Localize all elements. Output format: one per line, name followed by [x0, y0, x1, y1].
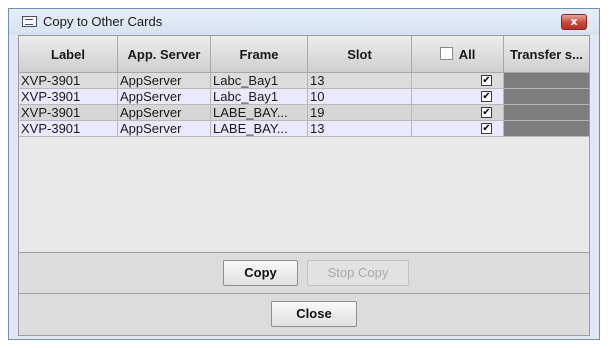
dialog-title: Copy to Other Cards: [43, 14, 163, 29]
cell-app-server: AppServer: [118, 89, 211, 105]
cell-copy-checkbox: ✔: [412, 121, 504, 137]
column-header-app-server[interactable]: App. Server: [118, 36, 211, 73]
column-header-slot[interactable]: Slot: [308, 36, 412, 73]
table-row[interactable]: XVP-3901 AppServer Labc_Bay1 13 ✔: [19, 73, 589, 89]
cell-transfer-status: [504, 73, 589, 89]
cell-copy-checkbox: ✔: [412, 89, 504, 105]
cell-transfer-status: [504, 121, 589, 137]
select-all-checkbox[interactable]: [439, 47, 453, 60]
cell-slot: 10: [308, 89, 412, 105]
cell-copy-checkbox: ✔: [412, 73, 504, 89]
column-header-label[interactable]: Label: [19, 36, 118, 73]
copy-to-other-cards-dialog: Copy to Other Cards x Label App. Server …: [8, 8, 600, 340]
card-icon: [22, 16, 37, 27]
cell-slot: 13: [308, 73, 412, 89]
cell-label: XVP-3901: [19, 105, 118, 121]
title-bar: Copy to Other Cards x: [9, 9, 599, 35]
row-copy-checkbox[interactable]: ✔: [481, 75, 492, 86]
row-copy-checkbox[interactable]: ✔: [481, 107, 492, 118]
cell-app-server: AppServer: [118, 73, 211, 89]
cell-frame: Labc_Bay1: [211, 89, 308, 105]
dialog-content: Label App. Server Frame Slot All Transfe…: [18, 35, 590, 336]
cards-table: Label App. Server Frame Slot All Transfe…: [19, 36, 589, 253]
cell-frame: Labc_Bay1: [211, 73, 308, 89]
cell-frame: LABE_BAY...: [211, 105, 308, 121]
copy-button-bar: Copy Stop Copy: [19, 253, 589, 294]
cell-frame: LABE_BAY...: [211, 121, 308, 137]
cell-transfer-status: [504, 89, 589, 105]
table-row[interactable]: XVP-3901 AppServer LABE_BAY... 13 ✔: [19, 121, 589, 137]
cell-label: XVP-3901: [19, 73, 118, 89]
close-button-bar: Close: [19, 294, 589, 335]
close-icon[interactable]: x: [561, 14, 587, 30]
cell-transfer-status: [504, 105, 589, 121]
cell-slot: 13: [308, 121, 412, 137]
column-header-frame[interactable]: Frame: [211, 36, 308, 73]
copy-button[interactable]: Copy: [223, 260, 298, 286]
stop-copy-button[interactable]: Stop Copy: [307, 260, 409, 286]
cell-copy-checkbox: ✔: [412, 105, 504, 121]
cell-slot: 19: [308, 105, 412, 121]
select-all-label: All: [458, 47, 476, 62]
cell-app-server: AppServer: [118, 105, 211, 121]
column-header-all[interactable]: All: [412, 36, 504, 73]
column-header-transfer-status[interactable]: Transfer s...: [504, 36, 589, 73]
cell-label: XVP-3901: [19, 121, 118, 137]
cell-app-server: AppServer: [118, 121, 211, 137]
table-row[interactable]: XVP-3901 AppServer LABE_BAY... 19 ✔: [19, 105, 589, 121]
cell-label: XVP-3901: [19, 89, 118, 105]
close-button[interactable]: Close: [271, 301, 357, 327]
row-copy-checkbox[interactable]: ✔: [481, 91, 492, 102]
row-copy-checkbox[interactable]: ✔: [481, 123, 492, 134]
table-row[interactable]: XVP-3901 AppServer Labc_Bay1 10 ✔: [19, 89, 589, 105]
